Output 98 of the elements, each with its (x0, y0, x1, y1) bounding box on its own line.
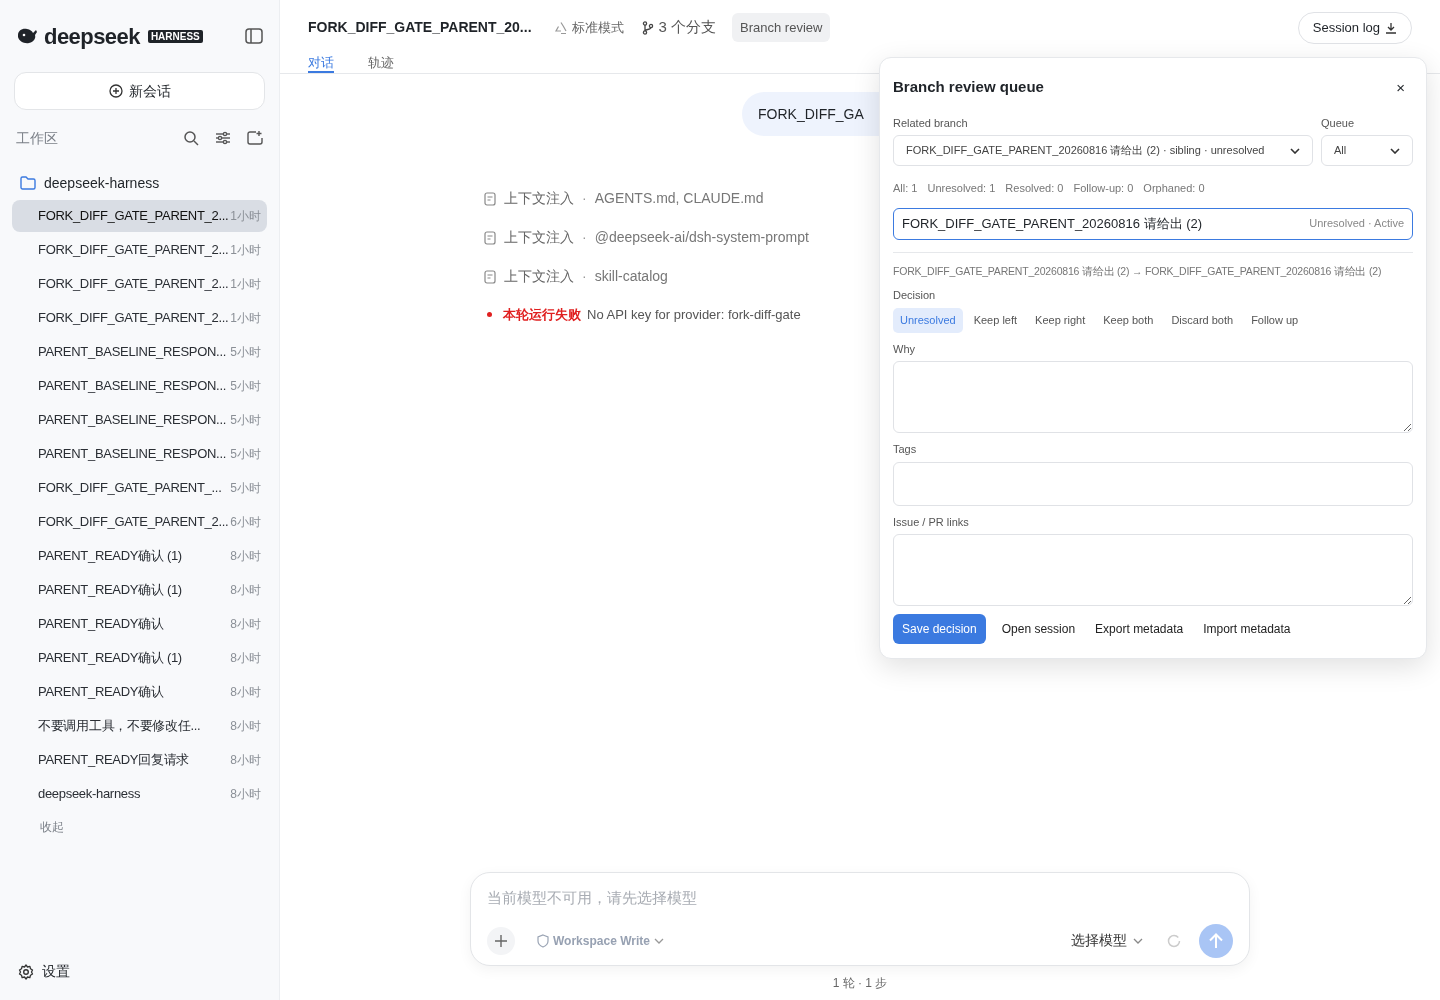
document-icon (484, 191, 496, 206)
field-label: Issue / PR links (893, 514, 970, 530)
session-item[interactable]: FORK_DIFF_GATE_PARENT_2...1小时 (12, 302, 267, 334)
action-button[interactable]: Open session (993, 614, 1084, 645)
folder-label[interactable]: deepseek-harness (44, 172, 160, 194)
new-folder-icon[interactable] (247, 130, 263, 146)
session-item[interactable]: PARENT_BASELINE_RESPON... 5小时 (12, 404, 267, 436)
message-input[interactable]: 当前模型不可用，请先选择模型 (487, 887, 1233, 910)
branch-select[interactable]: FORK_DIFF_GATE_PARENT_20260816 请给出 (2) · sibling · unresolved (893, 135, 1313, 166)
arrow-up-icon (1209, 932, 1223, 949)
session-item[interactable]: FORK_DIFF_GATE_PARENT_2...1小时 (12, 234, 267, 266)
session-item[interactable]: FORK_DIFF_GATE_PARENT_2...1小时 (12, 268, 267, 300)
filter-icon[interactable] (215, 130, 231, 146)
folder-icon (20, 176, 36, 190)
message-text: FORK_DIFF_GA (758, 104, 864, 124)
document-icon (484, 269, 496, 284)
session-item[interactable]: PARENT_READY确认 (1) 8小时 (12, 574, 267, 606)
action-button[interactable]: Import metadata (1195, 614, 1299, 645)
count-label: Follow-up: 0 (1073, 181, 1134, 196)
chevron-down-icon (1290, 147, 1300, 154)
session-item[interactable]: PARENT_BASELINE_RESPON... 5小时 (12, 438, 267, 470)
decision-option[interactable]: Keep left (966, 307, 1025, 333)
decision-option[interactable]: Keep both (1096, 307, 1161, 333)
session-item[interactable]: PARENT_READY确认 8小时 (12, 608, 267, 640)
decision-option[interactable]: Keep right (1028, 307, 1093, 333)
error-message: No API key for provider: fork-diff-gate (587, 306, 801, 324)
turn-count: 1 轮 · 1 步 (832, 975, 888, 992)
mode-label[interactable]: 标准模式 (571, 17, 624, 38)
action-button[interactable]: Save decision (893, 614, 986, 645)
tab[interactable]: 轨迹 (368, 55, 394, 73)
session-title: FORK_DIFF_GATE_PARENT_20... (308, 18, 532, 37)
separator-dot: · (582, 267, 587, 286)
plus-icon (495, 934, 507, 947)
close-button[interactable]: × (1396, 79, 1405, 95)
session-item[interactable]: PARENT_READY回复请求 8小时 (12, 744, 267, 776)
session-item[interactable]: deepseek-harness 8小时 (12, 778, 267, 810)
shield-icon (537, 933, 549, 948)
search-icon[interactable] (183, 130, 199, 146)
action-button[interactable]: Export metadata (1087, 614, 1192, 645)
context-label: 上下文注入 (504, 189, 574, 208)
field-label: Decision (893, 288, 937, 304)
session-log-button[interactable]: Session log (1297, 11, 1412, 44)
chevron-down-icon (1390, 147, 1400, 154)
field-label: Queue (1321, 115, 1356, 131)
brand-badge: HARNESS (147, 29, 203, 43)
add-button[interactable] (487, 926, 515, 955)
session-item[interactable]: PARENT_BASELINE_RESPON... 5小时 (12, 336, 267, 368)
field-label: Tags (893, 442, 918, 458)
sidebar-toggle-icon[interactable] (245, 28, 263, 44)
new-chat-button[interactable]: 新会话 (14, 72, 265, 110)
session-item[interactable]: FORK_DIFF_GATE_PARENT_2...6小时 (12, 506, 267, 538)
error-label: 本轮运行失败 (503, 306, 581, 324)
session-item[interactable]: PARENT_READY确认 (1) 8小时 (12, 540, 267, 572)
document-icon (484, 230, 496, 245)
chevron-down-icon (1133, 937, 1143, 944)
collapse-link[interactable]: 收起 (40, 818, 64, 836)
tab[interactable]: 对话 (308, 55, 334, 73)
session-item[interactable]: FORK_DIFF_GATE_PARENT_2...1小时 (12, 200, 267, 232)
field-label: Related branch (893, 115, 969, 131)
settings-icon (18, 963, 34, 980)
count-label: Orphaned: 0 (1143, 181, 1205, 196)
context-label: 上下文注入 (504, 228, 574, 247)
send-button[interactable] (1199, 923, 1233, 958)
branch-count[interactable]: 3 个分支 (658, 16, 717, 39)
context-value: AGENTS.md, CLAUDE.md (594, 189, 764, 208)
decision-option[interactable]: Unresolved (893, 307, 963, 333)
separator-dot: · (582, 228, 587, 247)
branch-icon (641, 20, 654, 35)
panel-title: Branch review queue (893, 77, 1044, 97)
whale-logo-icon (16, 27, 40, 45)
branch-review-button[interactable]: Branch review (732, 12, 831, 43)
session-item[interactable]: PARENT_READY确认 8小时 (12, 676, 267, 708)
chevron-down-icon (653, 937, 664, 944)
settings-button[interactable]: 设置 (18, 961, 70, 982)
section-label: 工作区 (16, 128, 58, 148)
branch-path: FORK_DIFF_GATE_PARENT_20260816 请给出 (2) → FORK_DIFF_GATE_PARENT_20260816 请给出 (2) (893, 263, 1382, 279)
context-value: @deepseek-ai/dsh-system-prompt (594, 228, 809, 247)
session-item[interactable]: PARENT_READY确认 (1) 8小时 (12, 642, 267, 674)
input-field[interactable] (893, 461, 1413, 506)
branch-entry[interactable]: FORK_DIFF_GATE_PARENT_20260816 请给出 (2) Unresolved · Active (893, 207, 1413, 240)
session-item[interactable]: 不要调用工具，不要修改任... 8小时 (12, 710, 267, 742)
field-label: Why (893, 341, 916, 357)
session-item[interactable]: FORK_DIFF_GATE_PARENT_... 5小时 (12, 472, 267, 504)
loading-spinner-icon (1167, 933, 1181, 948)
model-dropdown[interactable]: 选择模型 (1071, 930, 1143, 951)
brand-logo-text: deepseek (44, 22, 140, 51)
decision-option[interactable]: Follow up (1244, 307, 1306, 333)
download-icon (1385, 21, 1397, 34)
context-value: skill-catalog (594, 267, 668, 286)
count-label: All: 1 (893, 181, 918, 196)
separator-dot: · (582, 189, 587, 208)
plus-circle-icon (108, 84, 123, 98)
queue-select[interactable]: All (1321, 135, 1413, 166)
count-label: Resolved: 0 (1005, 181, 1064, 196)
context-label: 上下文注入 (504, 267, 574, 286)
decision-option[interactable]: Discard both (1164, 307, 1241, 333)
count-label: Unresolved: 1 (927, 181, 996, 196)
session-item[interactable]: PARENT_BASELINE_RESPON... 5小时 (12, 370, 267, 402)
